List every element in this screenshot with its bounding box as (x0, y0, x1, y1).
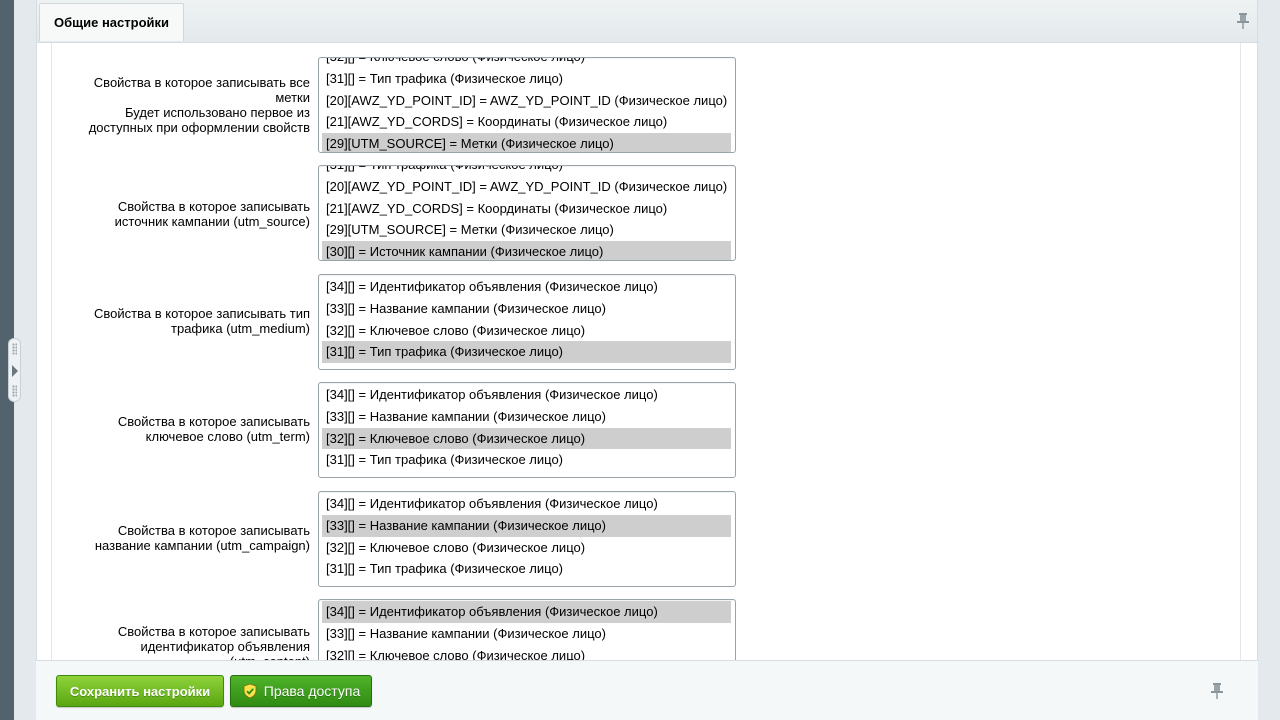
save-settings-button[interactable]: Сохранить настройки (56, 675, 224, 707)
pin-icon[interactable] (1211, 683, 1223, 699)
property-multiselect-utm-term[interactable]: [34][] = Идентификатор объявления (Физич… (318, 382, 736, 478)
setting-label-line: Свойства в которое записывать (117, 414, 310, 429)
chevron-right-icon (12, 365, 18, 377)
setting-label-line: Свойства в которое записывать (117, 199, 310, 214)
property-multiselect-utm-content[interactable]: [34][] = Идентификатор объявления (Физич… (318, 599, 736, 660)
select-option[interactable]: [21][AWZ_YD_CORDS] = Координаты (Физичес… (322, 111, 731, 133)
setting-label: Свойства в которое записывать название ка… (77, 523, 310, 553)
select-option[interactable]: [34][] = Идентификатор объявления (Физич… (322, 493, 731, 515)
selected-option[interactable]: [33][] = Название кампании (Физическое л… (322, 514, 731, 537)
setting-label-line: ключевое слово (utm_term) (145, 429, 310, 444)
property-multiselect-utm-campaign[interactable]: [34][] = Идентификатор объявления (Физич… (318, 491, 736, 587)
select-option[interactable]: [31][] = Тип трафика (Физическое лицо) (322, 558, 731, 580)
option-list: [34][] = Идентификатор объявления (Физич… (322, 384, 731, 471)
option-list: [34][] = Идентификатор объявления (Физич… (322, 601, 731, 660)
option-list: [34][] = Идентификатор объявления (Физич… (322, 493, 731, 580)
setting-label: Свойства в которое записывать тип трафика… (77, 306, 310, 336)
selected-option[interactable]: [34][] = Идентификатор объявления (Физич… (322, 601, 731, 623)
select-option[interactable]: [33][] = Название кампании (Физическое л… (322, 298, 731, 320)
select-option[interactable]: [34][] = Идентификатор объявления (Физич… (322, 276, 731, 298)
select-option[interactable]: [21][AWZ_YD_CORDS] = Координаты (Физичес… (322, 198, 731, 220)
select-option[interactable]: [33][] = Название кампании (Физическое л… (322, 623, 731, 645)
pin-icon[interactable] (1237, 13, 1249, 29)
setting-label-line: Свойства в которое записывать (117, 523, 310, 538)
access-rights-label: Права доступа (263, 683, 361, 699)
option-list: [32][] = Ключевое слово (Физическое лицо… (322, 58, 731, 152)
setting-label-line: идентификатор объявления (140, 639, 310, 654)
select-option[interactable]: [20][AWZ_YD_POINT_ID] = AWZ_YD_POINT_ID … (322, 90, 731, 112)
setting-label-line: доступных при оформлении свойств (88, 120, 310, 135)
select-option[interactable]: [32][] = Ключевое слово (Физическое лицо… (322, 645, 731, 660)
select-option[interactable]: [34][] = Идентификатор объявления (Физич… (322, 384, 731, 406)
option-list: [34][] = Идентификатор объявления (Физич… (322, 276, 731, 364)
settings-tabbar: Общие настройки (36, 0, 1258, 43)
setting-label-line: название кампании (utm_campaign) (94, 538, 310, 553)
selected-option[interactable]: [30][] = Источник кампании (Физическое л… (322, 241, 731, 260)
option-list: [31][] = Тип трафика (Физическое лицо)[2… (322, 166, 731, 260)
setting-label: Свойства в которое записывать все метки Бу… (77, 75, 310, 135)
tab-general-settings[interactable]: Общие настройки (39, 3, 184, 41)
settings-form: Свойства в которое записывать все метки Бу… (36, 43, 1258, 660)
shield-check-icon (242, 683, 258, 699)
access-rights-button[interactable]: Права доступа (230, 675, 372, 707)
selected-option[interactable]: [29][UTM_SOURCE] = Метки (Физическое лиц… (322, 133, 731, 152)
select-option[interactable]: [29][UTM_SOURCE] = Метки (Физическое лиц… (322, 219, 731, 241)
selected-option[interactable]: [32][] = Ключевое слово (Физическое лицо… (322, 427, 731, 450)
select-option[interactable]: [31][] = Тип трафика (Физическое лицо) (322, 68, 731, 90)
select-option[interactable]: [31][] = Тип трафика (Физическое лицо) (322, 449, 731, 471)
select-option[interactable]: [33][] = Название кампании (Физическое л… (322, 406, 731, 428)
property-multiselect-all-tags[interactable]: [32][] = Ключевое слово (Физическое лицо… (318, 57, 736, 153)
setting-label-line: Свойства в которое записывать тип (94, 306, 310, 321)
select-option[interactable]: [32][] = Ключевое слово (Физическое лицо… (322, 320, 731, 342)
property-multiselect-utm-source[interactable]: [31][] = Тип трафика (Физическое лицо)[2… (318, 165, 736, 261)
form-footer: Сохранить настройки Права доступа (36, 660, 1258, 720)
setting-label-line: метки (275, 90, 310, 105)
setting-label-line: Свойства в которое записывать все (93, 75, 310, 90)
select-option[interactable]: [32][] = Ключевое слово (Физическое лицо… (322, 537, 731, 559)
setting-label-line: Свойства в которое записывать (117, 624, 310, 639)
drag-dots-icon (12, 385, 17, 397)
drag-dots-icon (12, 343, 17, 355)
selected-option[interactable]: [31][] = Тип трафика (Физическое лицо) (322, 341, 731, 364)
select-option[interactable]: [32][] = Ключевое слово (Физическое лицо… (322, 58, 731, 68)
select-option[interactable]: [31][] = Тип трафика (Физическое лицо) (322, 166, 731, 176)
setting-label-line: Будет использовано первое из (125, 105, 310, 120)
property-multiselect-utm-medium[interactable]: [34][] = Идентификатор объявления (Физич… (318, 274, 736, 370)
setting-label: Свойства в которое записывать идентификат… (77, 624, 310, 660)
setting-label: Свойства в которое записывать ключевое сл… (77, 414, 310, 444)
setting-label-line: трафика (utm_medium) (171, 321, 310, 336)
select-option[interactable]: [20][AWZ_YD_POINT_ID] = AWZ_YD_POINT_ID … (322, 176, 731, 198)
setting-label: Свойства в которое записывать источник ка… (77, 199, 310, 229)
sidebar-toggle-handle[interactable] (8, 338, 21, 402)
setting-label-line: источник кампании (utm_source) (114, 214, 310, 229)
